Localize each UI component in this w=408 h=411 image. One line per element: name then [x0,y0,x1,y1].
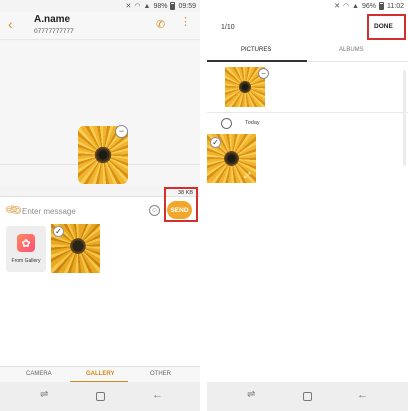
section-divider [207,112,408,113]
navigation-bar: ⇌ ← [0,382,200,411]
tab-albums[interactable]: ALBUMS [339,47,364,53]
gallery-picker-screen: ✕ ◠ ▲ 96% 11:02 1/10 DONE PICTURES ALBUM… [207,0,408,411]
message-input[interactable] [22,204,142,218]
signal-icon: ▲ [143,2,151,10]
back-nav-icon[interactable]: ← [357,389,368,401]
active-tab-indicator [207,60,307,62]
back-nav-icon[interactable]: ← [152,389,163,401]
battery-percent: 96% [361,2,376,10]
back-icon[interactable]: ‹ [8,16,13,32]
wifi-icon: ◠ [342,2,350,10]
signal-icon: ▲ [352,2,359,10]
select-all-today-radio[interactable] [221,118,232,129]
send-highlight-box [164,187,198,222]
status-bar: ✕ ◠ ▲ 96% 11:02 [207,0,408,12]
done-highlight-box [367,14,406,40]
recent-apps-icon[interactable]: ⇌ [247,389,255,400]
remove-selected-icon[interactable]: − [258,68,269,79]
status-time: 11:02 [387,2,404,10]
paperclip-icon[interactable]: 📎︎ [3,200,24,220]
section-label-today: Today [245,120,260,126]
from-gallery-label: From Gallery [11,258,41,264]
selected-check-icon[interactable]: ✓ [210,137,221,148]
status-time: 09:59 [178,2,196,10]
tab-pictures[interactable]: PICTURES [241,47,271,53]
emoji-icon[interactable]: ☺ [149,205,160,216]
mute-icon: ✕ [334,2,340,10]
tab-gallery[interactable]: GALLERY [86,371,114,377]
selected-items-strip: − [207,63,408,115]
panel-divider [200,0,207,411]
gallery-picker: ✿ From Gallery ✓ [0,224,200,366]
status-bar: ✕ ◠ ▲ 98% 09:59 [0,0,200,12]
picker-tabs: PICTURES ALBUMS [207,44,408,62]
expand-icon[interactable]: ⤢ [244,171,250,181]
battery-icon [379,2,384,10]
tab-camera[interactable]: CAMERA [26,371,52,377]
scrollbar[interactable] [403,70,406,166]
home-icon[interactable] [303,392,312,401]
contact-name: A.name [34,14,71,25]
phone-icon[interactable]: ✆ [156,18,165,31]
conversation-header: ‹ A.name 07777777777 ✆ ⋮ [0,12,200,40]
more-options-icon[interactable]: ⋮ [180,17,191,28]
navigation-bar: ⇌ ← [207,382,408,411]
recent-apps-icon[interactable]: ⇌ [40,389,48,400]
wifi-icon: ◠ [134,2,141,10]
remove-attachment-icon[interactable]: − [115,125,128,138]
mute-icon: ✕ [125,2,132,10]
battery-icon [170,2,176,10]
selection-count: 1/10 [221,24,235,31]
battery-percent: 98% [153,2,168,10]
gallery-app-icon: ✿ [17,234,35,252]
contact-number: 07777777777 [34,28,74,35]
selected-check-icon[interactable]: ✓ [53,226,64,237]
home-icon[interactable] [96,392,105,401]
messaging-screen: ✕ ◠ ▲ 98% 09:59 ‹ A.name 07777777777 ✆ ⋮… [0,0,200,411]
from-gallery-button[interactable]: ✿ From Gallery [6,226,46,272]
tab-other[interactable]: OTHER [150,371,171,377]
attachment-tabs: CAMERA GALLERY OTHER [0,366,200,383]
